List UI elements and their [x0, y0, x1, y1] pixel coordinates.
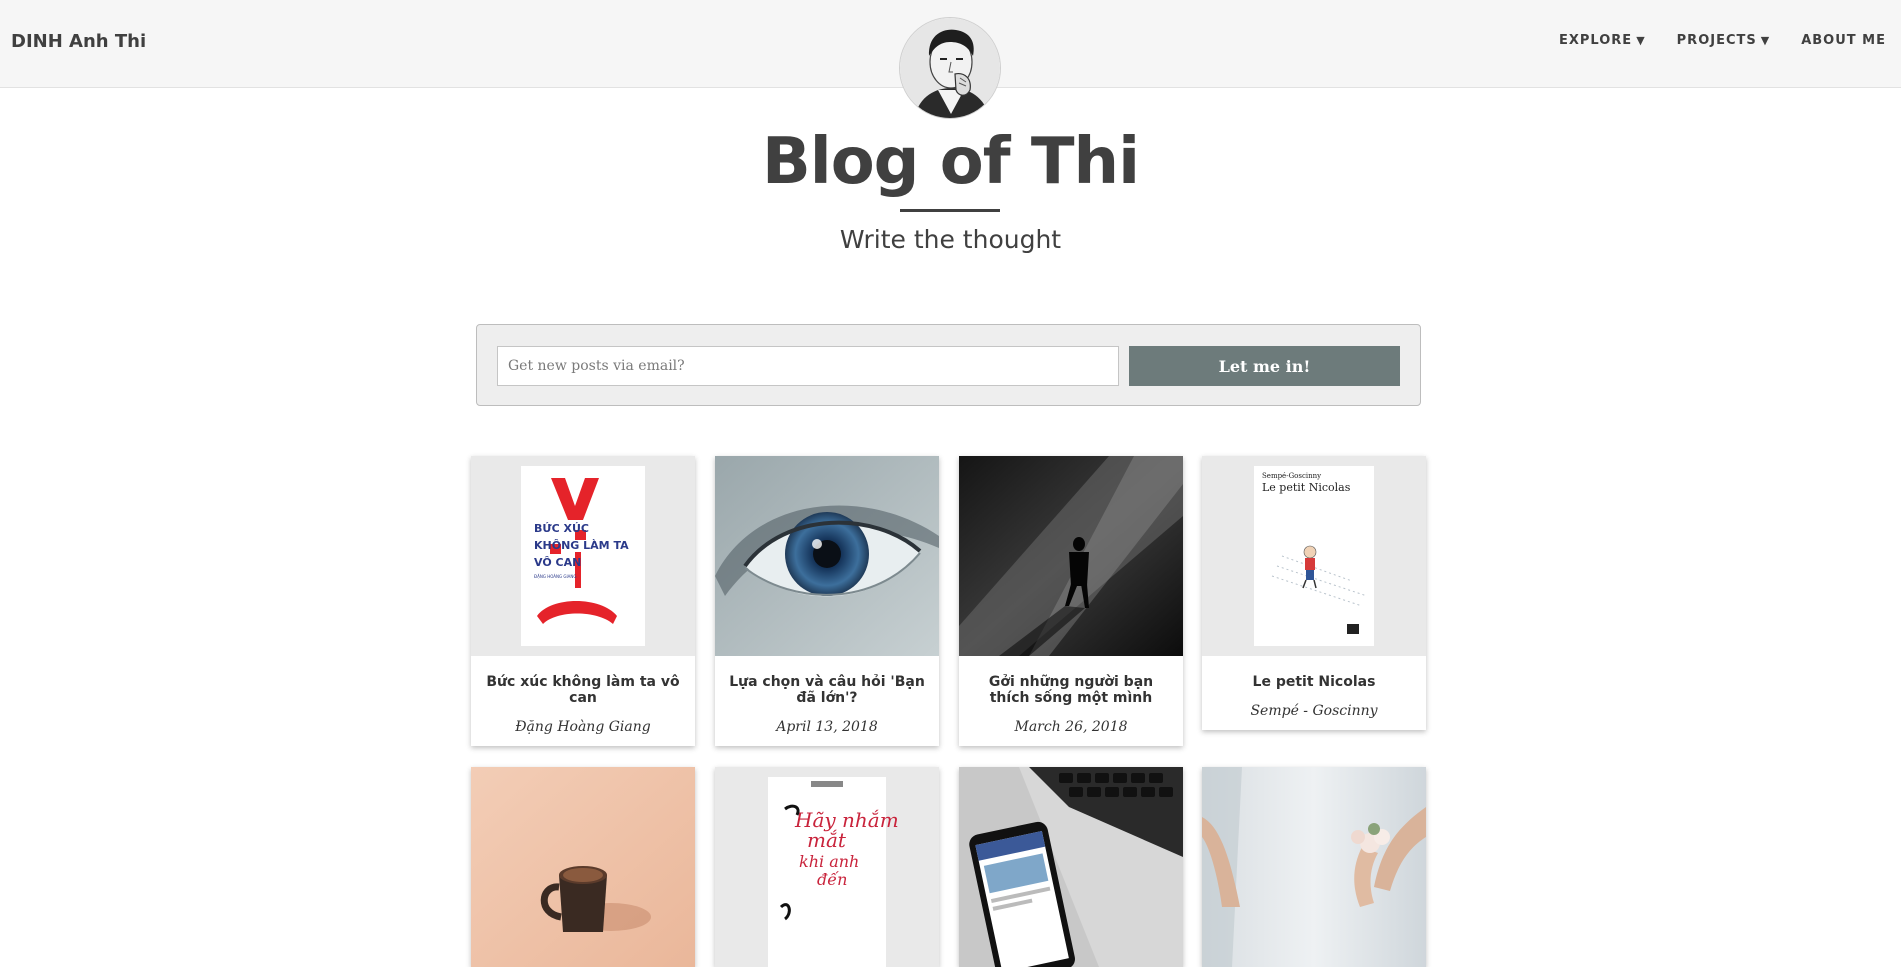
- caret-down-icon: ▼: [1636, 34, 1646, 47]
- post-author: Sempé - Goscinny: [1250, 703, 1378, 719]
- post-title: Gởi những người bạn thích sống một mình: [988, 674, 1154, 706]
- cover-text-line: mắt: [807, 828, 847, 852]
- post-thumbnail: [959, 767, 1183, 967]
- cover-text-line: đến: [817, 870, 847, 889]
- cover-author-text: ĐẶNG HOÀNG GIANG: [534, 574, 577, 579]
- nav-projects[interactable]: PROJECTS ▼: [1677, 33, 1771, 48]
- page-title: Blog of Thi: [761, 125, 1140, 199]
- post-card[interactable]: [471, 767, 695, 967]
- book-cover-image: Hãy nhắm mắt khi anh đến: [768, 777, 899, 967]
- post-card[interactable]: BỨC XÚC KHÔNG LÀM TA VÔ CAN ĐẶNG HOÀNG G…: [471, 456, 695, 746]
- post-thumbnail: Hãy nhắm mắt khi anh đến: [715, 767, 939, 967]
- caret-down-icon: ▼: [1760, 34, 1771, 47]
- nav-about-me-label: ABOUT ME: [1801, 33, 1886, 48]
- post-date: March 26, 2018: [1014, 719, 1128, 735]
- post-date: April 13, 2018: [776, 719, 878, 735]
- cover-text-line: khi anh: [799, 852, 859, 871]
- nav-projects-label: PROJECTS: [1676, 33, 1757, 48]
- post-card[interactable]: [1202, 767, 1426, 967]
- book-cover-image: BỨC XÚC KHÔNG LÀM TA VÔ CAN ĐẶNG HOÀNG G…: [521, 466, 645, 646]
- nav-links: EXPLORE ▼ PROJECTS ▼ ABOUT ME: [1528, 33, 1886, 48]
- post-thumbnail: [471, 767, 695, 967]
- cover-text-line: BỨC XÚC: [534, 522, 589, 535]
- nav-explore[interactable]: EXPLORE ▼: [1559, 33, 1646, 48]
- cover-text-line: KHÔNG LÀM TA: [534, 539, 629, 552]
- post-card[interactable]: Lựa chọn và câu hỏi 'Bạn đã lớn'? April …: [715, 456, 939, 746]
- post-title: Bức xúc không làm ta vô can: [486, 674, 680, 706]
- brand-link[interactable]: DINH Anh Thi: [11, 31, 146, 52]
- post-card[interactable]: Sempé-Goscinny Le petit Nicolas Le petit…: [1202, 456, 1426, 730]
- post-thumbnail: Sempé-Goscinny Le petit Nicolas: [1202, 456, 1426, 656]
- wedding-hands-photo-image: [1202, 767, 1426, 967]
- post-card[interactable]: Gởi những người bạn thích sống một mình …: [959, 456, 1183, 746]
- avatar-portrait-image: [900, 18, 1000, 118]
- subscribe-form: Let me in!: [476, 324, 1421, 406]
- post-title: Lựa chọn và câu hỏi 'Bạn đã lớn'?: [729, 674, 925, 706]
- title-divider: [900, 209, 1000, 212]
- cover-text-line: VÔ CAN: [534, 556, 581, 569]
- coffee-cup-photo-image: [471, 767, 695, 967]
- post-card[interactable]: Hãy nhắm mắt khi anh đến: [715, 767, 939, 967]
- cover-title-text: Le petit Nicolas: [1262, 481, 1351, 494]
- post-title: Le petit Nicolas: [1252, 674, 1376, 690]
- email-input[interactable]: [497, 346, 1119, 386]
- post-card[interactable]: [959, 767, 1183, 967]
- cover-author-text: Sempé-Goscinny: [1262, 472, 1321, 480]
- subscribe-button[interactable]: Let me in!: [1129, 346, 1400, 386]
- phone-laptop-photo-image: [959, 767, 1183, 967]
- eye-photo-image: [715, 456, 939, 656]
- page-subtitle: Write the thought: [839, 225, 1062, 254]
- nav-explore-label: EXPLORE: [1558, 33, 1633, 48]
- nav-about-me[interactable]: ABOUT ME: [1801, 33, 1886, 48]
- walking-person-photo-image: [959, 456, 1183, 656]
- post-thumbnail: BỨC XÚC KHÔNG LÀM TA VÔ CAN ĐẶNG HOÀNG G…: [471, 456, 695, 656]
- post-thumbnail: [1202, 767, 1426, 967]
- post-thumbnail: [959, 456, 1183, 656]
- post-thumbnail: [715, 456, 939, 656]
- post-author: Đặng Hoàng Giang: [515, 719, 651, 735]
- book-cover-image: Sempé-Goscinny Le petit Nicolas: [1254, 466, 1374, 646]
- avatar[interactable]: [899, 17, 1001, 119]
